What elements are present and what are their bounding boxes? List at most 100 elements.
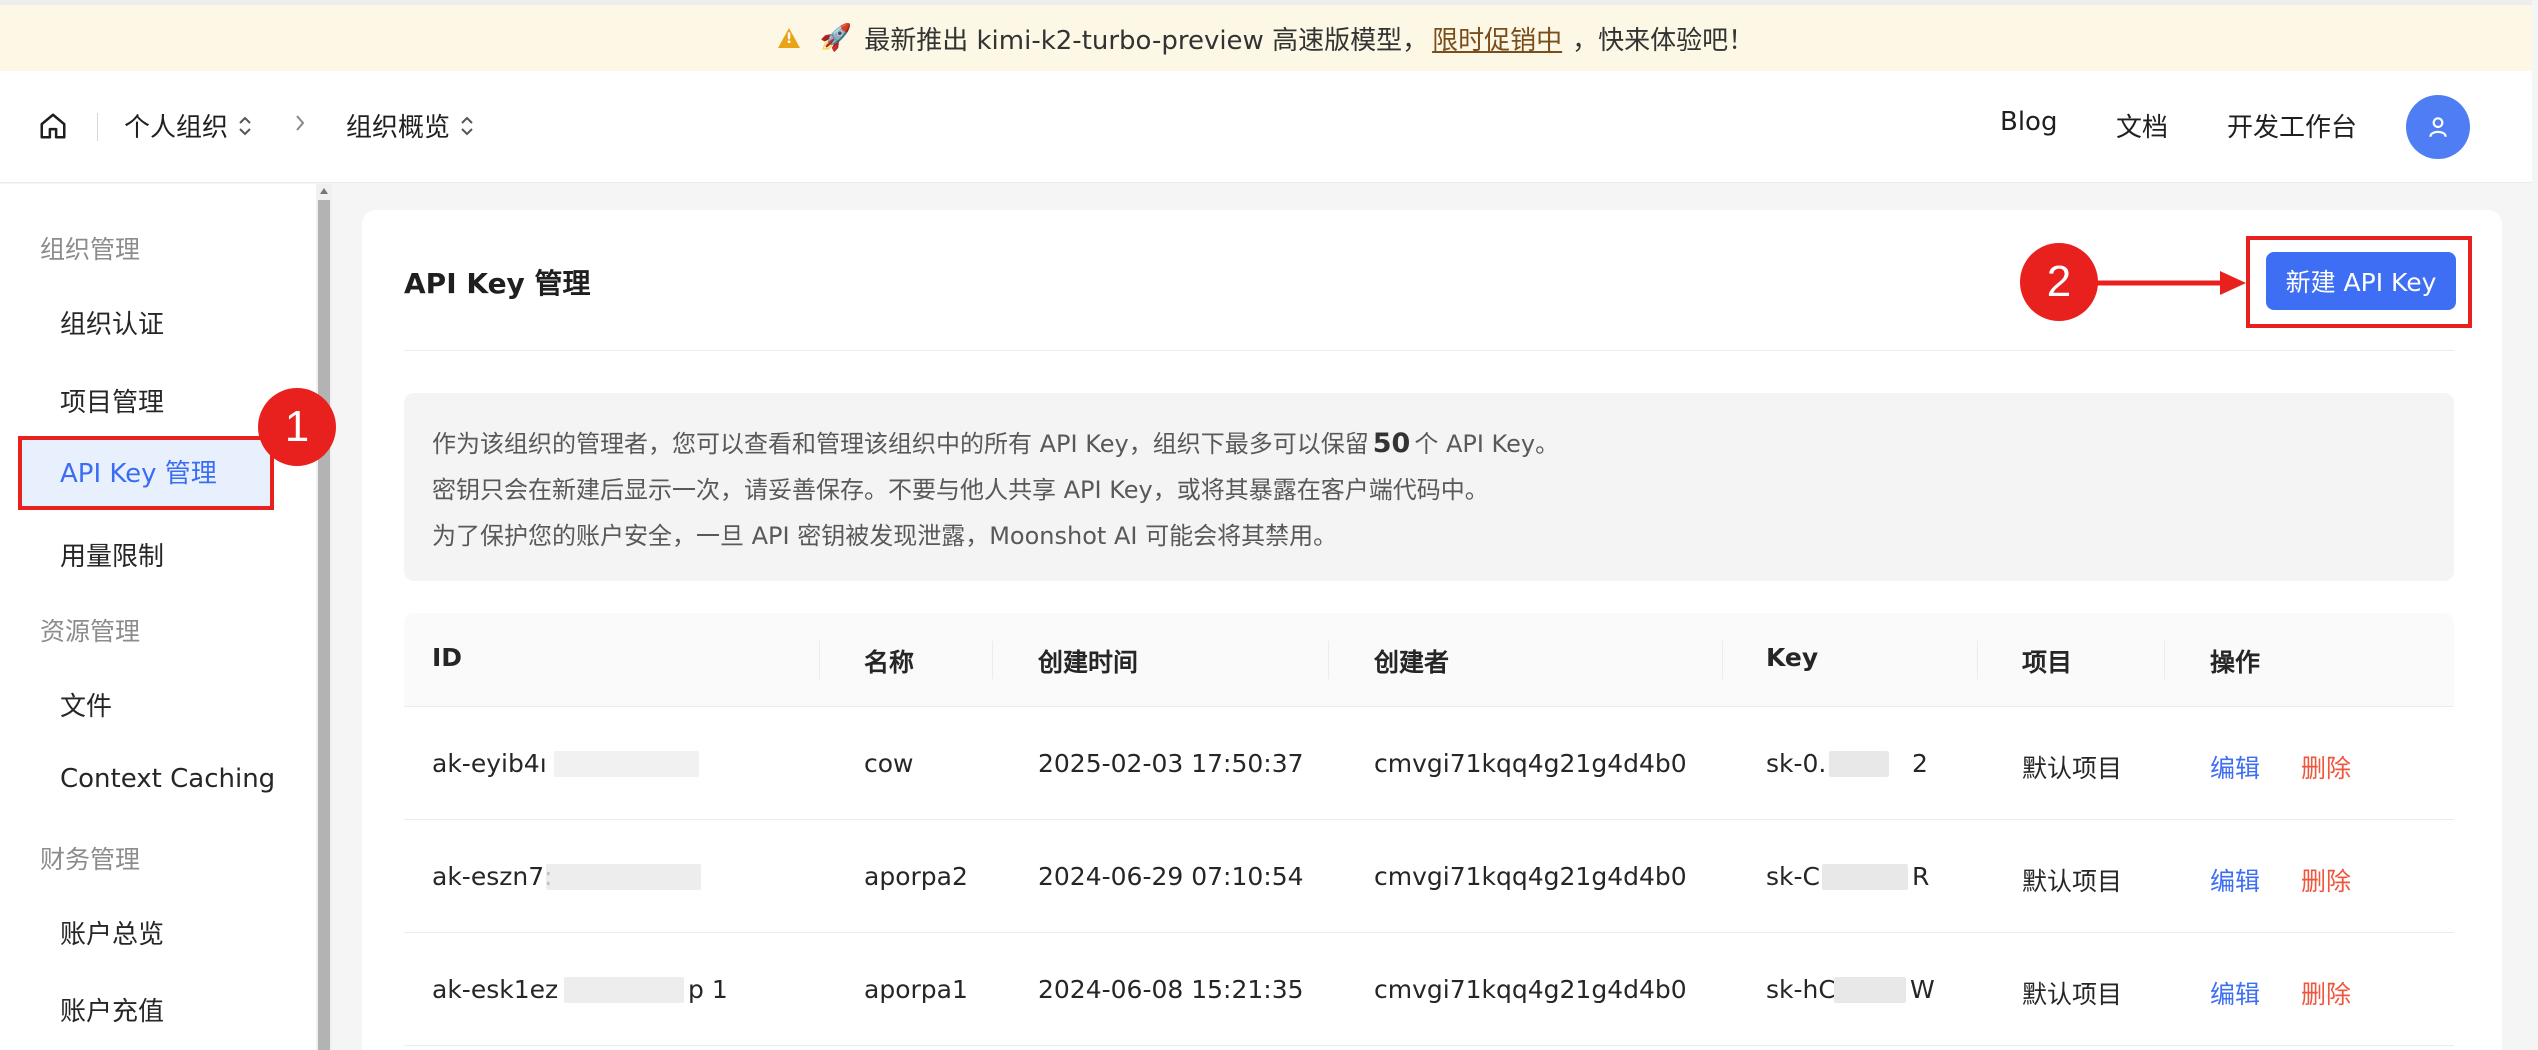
column-divider — [819, 641, 820, 679]
page-switcher[interactable]: 组织概览 — [346, 107, 474, 144]
col-actions: 操作 — [2210, 648, 2261, 677]
sidebar-item-files[interactable]: 文件 — [60, 686, 112, 723]
table-row: ak-eszn7: aporpa2 2024-06-29 07:10:54 cm… — [404, 820, 2454, 933]
rocket-icon: 🚀 — [819, 23, 853, 53]
col-id: ID — [432, 643, 463, 672]
highlight-box-button — [2246, 236, 2472, 328]
redaction-mask — [564, 977, 684, 1003]
title-divider — [404, 350, 2454, 351]
sidebar-group-org: 组织管理 — [40, 235, 141, 264]
cell-name: cow — [864, 749, 914, 778]
cell-created: 2025-02-03 17:50:37 — [1038, 749, 1304, 778]
sidebar-item-context-caching[interactable]: Context Caching — [60, 764, 275, 794]
org-switcher-label: 个人组织 — [124, 113, 229, 143]
sidebar-group-resources: 资源管理 — [40, 617, 141, 646]
sidebar-scrollbar[interactable] — [316, 184, 332, 1050]
column-divider — [1722, 641, 1723, 679]
chevron-updown-icon — [239, 116, 251, 135]
sidebar-item-recharge[interactable]: 账户充值 — [60, 991, 164, 1028]
sidebar-item-org-verify[interactable]: 组织认证 — [60, 304, 164, 341]
cell-name: aporpa1 — [864, 975, 968, 1004]
cell-creator: cmvgi71kqq4g21g4d4b0 — [1374, 749, 1687, 778]
avatar[interactable] — [2406, 95, 2470, 159]
notice-line-2: 密钥只会在新建后显示一次，请妥善保存。不要与他人共享 API Key，或将其暴露… — [432, 476, 1489, 504]
warning-icon — [777, 28, 800, 48]
redaction-mask — [1829, 751, 1889, 777]
column-divider — [2164, 641, 2165, 679]
api-key-card: API Key 管理 新建 API Key 作为该组织的管理者，您可以查看和管理… — [362, 210, 2502, 1050]
api-key-table: ID 名称 创建时间 创建者 Key 项目 操作 ak-eyib4ı cow 2… — [404, 613, 2454, 1050]
scroll-up-arrow-icon[interactable] — [320, 188, 328, 194]
cell-created: 2024-06-08 15:21:35 — [1038, 975, 1304, 1004]
edit-link[interactable]: 编辑 — [2210, 862, 2260, 898]
page-switcher-label: 组织概览 — [346, 113, 451, 143]
delete-link[interactable]: 删除 — [2301, 862, 2351, 898]
delete-link[interactable]: 删除 — [2301, 749, 2351, 785]
cell-project: 默认项目 — [2022, 754, 2123, 783]
sidebar: 组织管理 组织认证 项目管理 API Key 管理 用量限制 资源管理 文件 C… — [0, 184, 316, 1050]
promo-link[interactable]: 限时促销中 — [1432, 20, 1562, 57]
col-key: Key — [1766, 643, 1819, 672]
cell-created: 2024-06-29 07:10:54 — [1038, 862, 1304, 891]
col-name: 名称 — [864, 648, 915, 677]
cell-id: ak-esk1ez — [432, 975, 559, 1004]
redaction-mask — [1822, 864, 1908, 890]
notice-line-1: 作为该组织的管理者，您可以查看和管理该组织中的所有 API Key，组织下最多可… — [432, 421, 2426, 467]
column-divider — [992, 641, 993, 679]
cell-name: aporpa2 — [864, 862, 968, 891]
edit-link[interactable]: 编辑 — [2210, 749, 2260, 785]
cell-key: sk-C — [1766, 862, 1820, 891]
notice-line-1-text: 作为该组织的管理者，您可以查看和管理该组织中的所有 API Key，组织下最多可… — [432, 430, 1369, 458]
top-header: 个人组织 组织概览 Blog 文档 开发工作台 — [0, 71, 2532, 183]
highlight-box-sidebar — [18, 436, 274, 510]
notice-line-3: 为了保护您的账户安全，一旦 API 密钥被发现泄露，Moonshot AI 可能… — [432, 522, 1338, 550]
nav-docs[interactable]: 文档 — [2116, 107, 2168, 144]
banner-text-after: ，快来体验吧！ — [1572, 25, 1755, 56]
cell-id: ak-eszn7: — [432, 862, 553, 891]
sidebar-item-rate-limits[interactable]: 用量限制 — [60, 536, 164, 573]
user-icon — [2429, 117, 2447, 138]
col-created: 创建时间 — [1038, 648, 1139, 677]
chevron-right-icon — [296, 115, 305, 131]
home-icon[interactable] — [38, 111, 68, 141]
redaction-mask — [554, 751, 699, 777]
arrow-right-icon — [2096, 271, 2246, 295]
announcement-banner: 🚀 最新推出 kimi-k2-turbo-preview 高速版模型， 限时促销… — [0, 0, 2532, 71]
org-switcher[interactable]: 个人组织 — [124, 107, 252, 144]
cell-key-tail: 2 — [1912, 749, 1928, 778]
column-divider — [1977, 641, 1978, 679]
notice-line-1-suffix: 个 API Key。 — [1414, 430, 1560, 458]
header-divider — [97, 113, 98, 141]
scrollbar-thumb[interactable] — [318, 200, 330, 1050]
nav-blog[interactable]: Blog — [2000, 107, 2057, 137]
chevron-updown-icon — [461, 116, 473, 135]
cell-project: 默认项目 — [2022, 980, 2123, 1009]
cell-project: 默认项目 — [2022, 867, 2123, 896]
cell-key-tail: R — [1912, 862, 1930, 891]
cell-id-tail: p 1 — [688, 975, 728, 1004]
cell-key: sk-0. — [1766, 749, 1827, 778]
nav-console[interactable]: 开发工作台 — [2227, 107, 2357, 144]
redaction-mask — [1834, 977, 1906, 1003]
step-badge-1: 1 — [258, 388, 336, 466]
step-badge-2: 2 — [2020, 243, 2098, 321]
sidebar-group-finance: 财务管理 — [40, 845, 141, 874]
sidebar-item-projects[interactable]: 项目管理 — [60, 382, 164, 419]
col-project: 项目 — [2022, 648, 2073, 677]
banner-text: 最新推出 kimi-k2-turbo-preview 高速版模型， — [864, 25, 1429, 56]
cell-creator: cmvgi71kqq4g21g4d4b0 — [1374, 862, 1687, 891]
cell-key: sk-hC — [1766, 975, 1836, 1004]
info-notice: 作为该组织的管理者，您可以查看和管理该组织中的所有 API Key，组织下最多可… — [404, 393, 2454, 581]
max-keys-count: 50 — [1372, 428, 1411, 459]
cell-creator: cmvgi71kqq4g21g4d4b0 — [1374, 975, 1687, 1004]
table-row: ak-eyib4ı cow 2025-02-03 17:50:37 cmvgi7… — [404, 707, 2454, 820]
table-row: ak-esk1ez p 1 aporpa1 2024-06-08 15:21:3… — [404, 933, 2454, 1046]
edit-link[interactable]: 编辑 — [2210, 975, 2260, 1011]
cell-id: ak-eyib4ı — [432, 749, 547, 778]
column-divider — [1328, 641, 1329, 679]
sidebar-item-account-overview[interactable]: 账户总览 — [60, 914, 164, 951]
page-title: API Key 管理 — [404, 267, 591, 300]
delete-link[interactable]: 删除 — [2301, 975, 2351, 1011]
cell-key-tail: W — [1910, 975, 1935, 1004]
redaction-mask — [546, 864, 701, 890]
